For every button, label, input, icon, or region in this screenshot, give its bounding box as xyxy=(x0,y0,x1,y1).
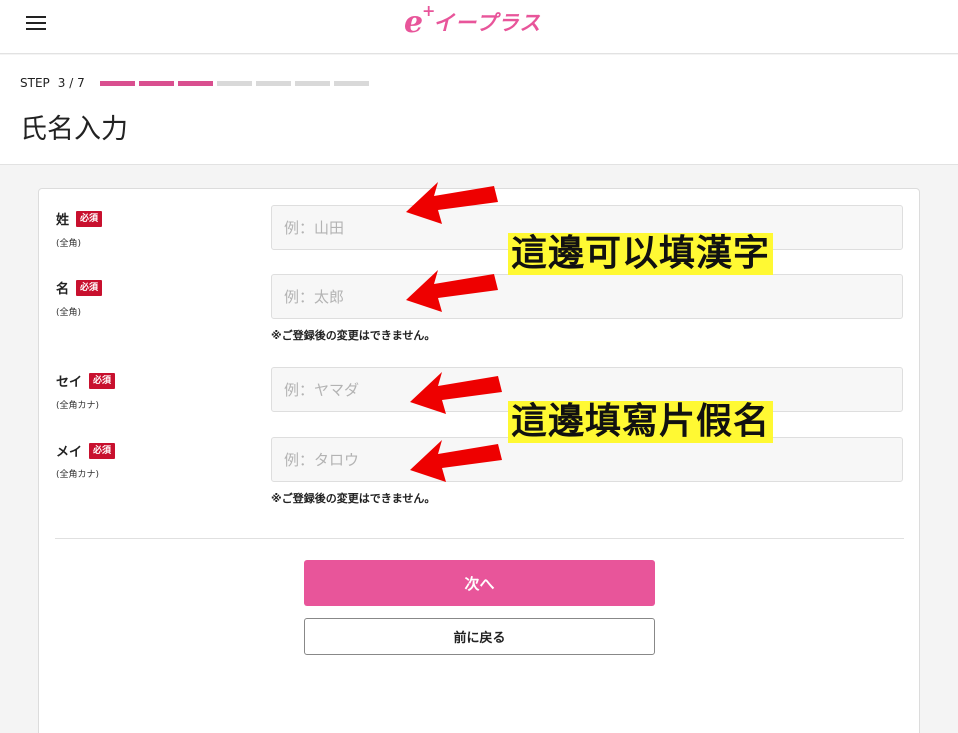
field-hint: (全角カナ) xyxy=(56,470,100,480)
field-hint: (全角カナ) xyxy=(56,401,100,411)
label-text: 姓 xyxy=(56,213,70,228)
required-badge: 必須 xyxy=(89,442,116,459)
hamburger-menu-icon[interactable] xyxy=(26,14,46,32)
progress-segment xyxy=(217,81,252,86)
field-label-mei-kana: メイ 必須 xyxy=(56,441,116,460)
progress-segment xyxy=(256,81,291,86)
logo-mark: e + xyxy=(404,0,436,40)
field-label-sei-kanji: 姓 必須 xyxy=(56,209,103,228)
progress-segment xyxy=(139,81,174,86)
step-value: 3 / 7 xyxy=(57,76,85,90)
field-hint: (全角) xyxy=(56,308,82,318)
page-heading: STEP 3 / 7 氏名入力 xyxy=(0,55,958,165)
top-header: e + イープラス xyxy=(0,0,958,54)
label-text: セイ xyxy=(56,375,83,390)
field-label-mei-kanji: 名 必須 xyxy=(56,278,103,297)
callout-kanji: 這邊可以填漢字 xyxy=(508,233,774,275)
progress-bar xyxy=(100,81,369,86)
red-arrow-icon xyxy=(406,182,498,224)
callout-kana: 這邊填寫片假名 xyxy=(508,401,774,443)
eplus-logo[interactable]: e + イープラス xyxy=(404,0,542,40)
no-change-note: ※ご登録後の変更はできません。 xyxy=(271,329,436,342)
page-title: 氏名入力 xyxy=(20,114,128,145)
field-hint: (全角) xyxy=(56,239,82,249)
required-badge: 必須 xyxy=(76,210,103,227)
required-badge: 必須 xyxy=(89,372,116,389)
red-arrow-icon xyxy=(410,372,502,414)
step-label: STEP xyxy=(20,76,50,90)
red-arrow-icon xyxy=(406,270,498,312)
step-indicator: STEP 3 / 7 xyxy=(20,76,85,90)
no-change-note: ※ご登録後の変更はできません。 xyxy=(271,492,436,505)
progress-segment xyxy=(100,81,135,86)
field-label-sei-kana: セイ 必須 xyxy=(56,371,116,390)
next-button[interactable]: 次へ xyxy=(304,560,655,606)
logo-text: イープラス xyxy=(433,11,542,35)
red-arrow-icon xyxy=(410,440,502,482)
back-button[interactable]: 前に戻る xyxy=(304,618,655,655)
progress-segment xyxy=(178,81,213,86)
first-name-input[interactable] xyxy=(271,274,903,319)
progress-segment xyxy=(295,81,330,86)
required-badge: 必須 xyxy=(76,279,103,296)
label-text: メイ xyxy=(56,445,83,460)
progress-segment xyxy=(334,81,369,86)
first-name-kana-input[interactable] xyxy=(271,437,903,482)
divider xyxy=(55,538,904,539)
label-text: 名 xyxy=(56,282,70,297)
